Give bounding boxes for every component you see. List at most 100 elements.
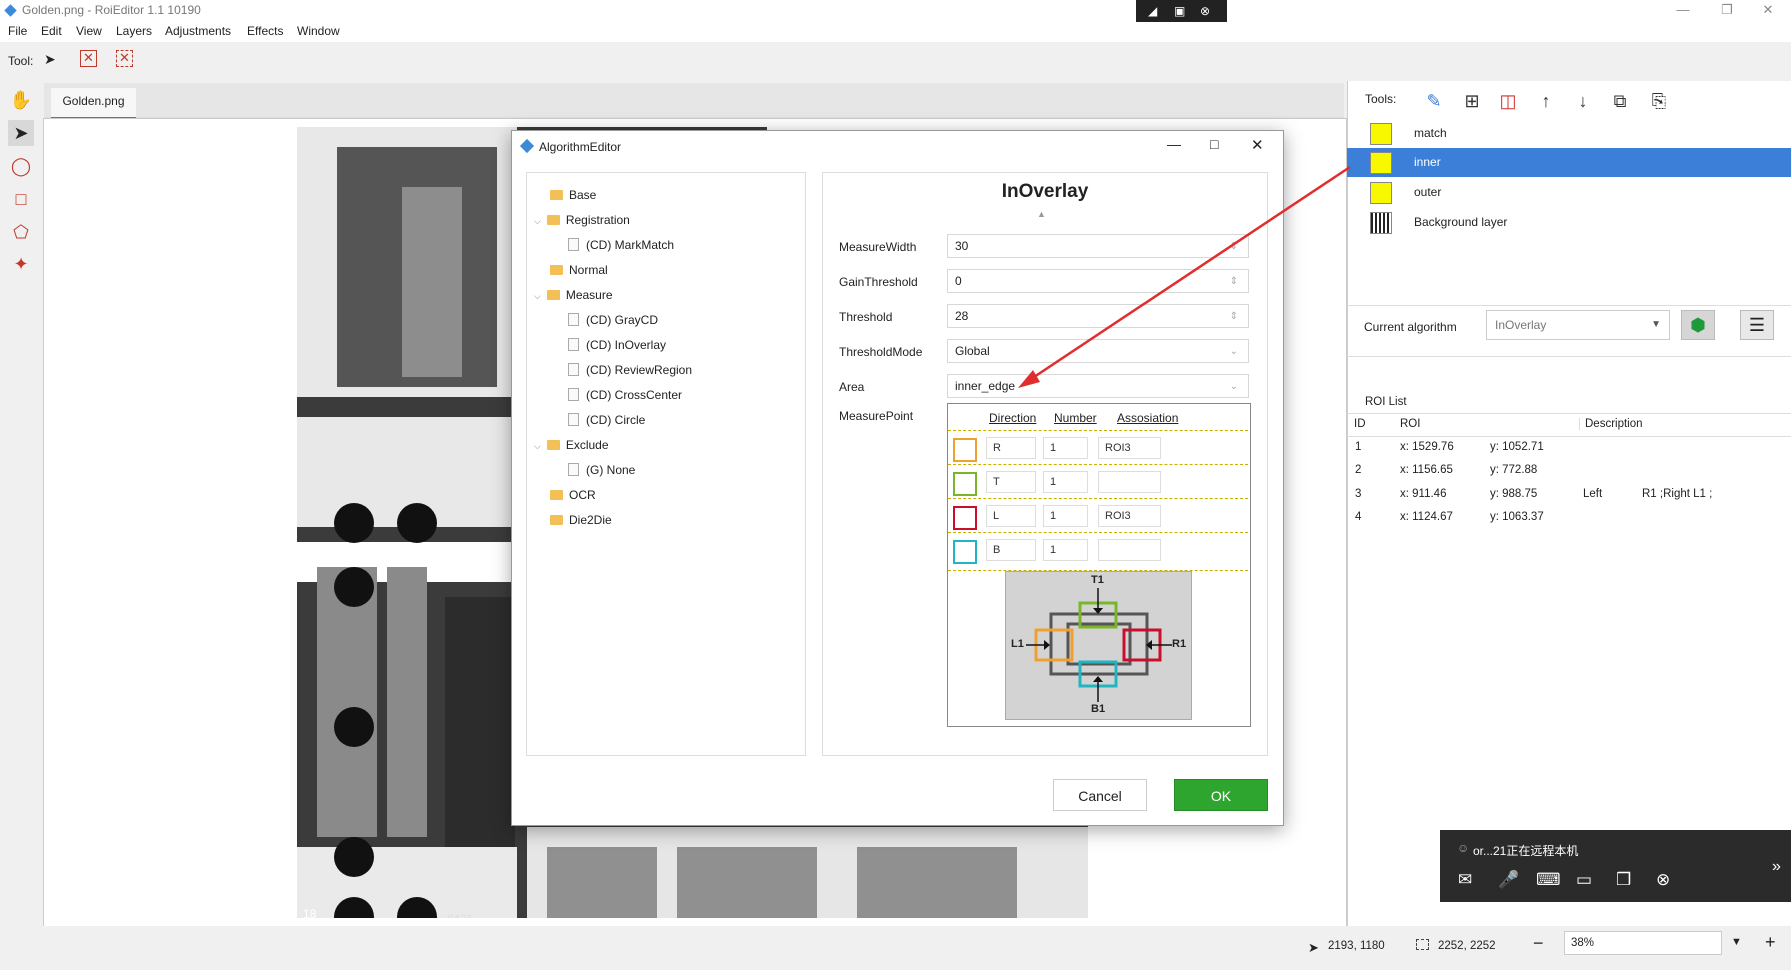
tree-item-crosscenter[interactable]: (CD) CrossCenter	[568, 388, 682, 402]
dialog-maximize-button[interactable]: □	[1210, 136, 1218, 152]
folder-icon	[550, 265, 563, 275]
menu-file[interactable]: File	[8, 24, 27, 38]
tree-item-none[interactable]: (G) None	[568, 463, 635, 477]
annotation-arrow	[1018, 165, 1351, 388]
color-swatch[interactable]	[953, 540, 977, 564]
chevron-down-icon[interactable]: ⌵	[534, 441, 541, 451]
file-transfer-icon[interactable]: ❒	[1616, 870, 1631, 890]
direction-select[interactable]: L	[986, 505, 1036, 527]
assosiation-select[interactable]: ROI3	[1098, 437, 1161, 459]
layer-item-match[interactable]: match	[1347, 119, 1791, 148]
assosiation-select[interactable]	[1098, 471, 1161, 493]
roi-col-id[interactable]: ID	[1354, 418, 1366, 430]
direction-select[interactable]: R	[986, 437, 1036, 459]
tree-item-die2die[interactable]: Die2Die	[550, 513, 612, 527]
delete-roi-icon[interactable]: ✕	[80, 50, 97, 67]
delete-trash-icon[interactable]: ◫	[1496, 89, 1520, 113]
number-stepper[interactable]: 1	[1043, 539, 1088, 561]
arrow-cursor-icon[interactable]: ➤	[44, 51, 56, 68]
layer-item-outer[interactable]: outer	[1347, 178, 1791, 207]
assosiation-select[interactable]	[1098, 539, 1161, 561]
collapse-panel-icon[interactable]: »	[1772, 858, 1781, 876]
tree-item-measure[interactable]: ⌵ Measure	[534, 288, 613, 302]
zoom-input[interactable]: 38%	[1564, 931, 1722, 955]
tree-item-ocr[interactable]: OCR	[550, 488, 596, 502]
tree-item-label: OCR	[569, 488, 596, 502]
keyboard-icon[interactable]: ⌨	[1536, 870, 1561, 890]
minimize-button[interactable]: —	[1663, 0, 1703, 22]
assosiation-select[interactable]: ROI3	[1098, 505, 1161, 527]
ellipse-tool-icon[interactable]: ◯	[8, 153, 34, 179]
number-stepper[interactable]: 1	[1043, 471, 1088, 493]
tree-item-reviewregion[interactable]: (CD) ReviewRegion	[568, 363, 692, 377]
chevron-down-icon[interactable]: ⌵	[534, 216, 541, 226]
disconnect-icon[interactable]: ⊗	[1200, 4, 1210, 18]
rectangle-tool-icon[interactable]: □	[8, 186, 34, 212]
move-down-arrow-icon[interactable]: ↓	[1571, 89, 1595, 113]
table-row[interactable]: 2 x: 1156.65 y: 772.88	[1347, 461, 1791, 483]
direction-select[interactable]: B	[986, 539, 1036, 561]
hand-pan-icon[interactable]: ✋	[8, 87, 34, 113]
tree-item-circle[interactable]: (CD) Circle	[568, 413, 645, 427]
paste-icon[interactable]: ⎘	[1647, 89, 1671, 113]
menu-adjustments[interactable]: Adjustments	[165, 24, 231, 38]
magic-wand-icon[interactable]: ✦	[8, 251, 34, 277]
cancel-button[interactable]: Cancel	[1053, 779, 1147, 811]
number-stepper[interactable]: 1	[1043, 437, 1088, 459]
text-icon[interactable]: ▭	[1576, 870, 1592, 890]
screen-icon[interactable]: ▣	[1174, 4, 1185, 18]
menu-view[interactable]: View	[76, 24, 102, 38]
polygon-tool-icon[interactable]: ⬠	[8, 219, 34, 245]
tree-item-inoverlay[interactable]: (CD) InOverlay	[568, 338, 666, 352]
document-icon	[568, 388, 579, 401]
cube-run-button[interactable]: ⬢	[1681, 310, 1715, 340]
direction-select[interactable]: T	[986, 471, 1036, 493]
settings-list-button[interactable]: ☰	[1740, 310, 1774, 340]
table-row[interactable]: 3 x: 911.46 y: 988.75 Left R1 ;Right L1 …	[1347, 485, 1791, 507]
chat-icon[interactable]: ✉	[1458, 870, 1472, 890]
dialog-minimize-button[interactable]: —	[1167, 136, 1181, 152]
zoom-in-button[interactable]: +	[1765, 932, 1776, 953]
maximize-button[interactable]: ❐	[1707, 0, 1747, 22]
dialog-close-button[interactable]: ✕	[1251, 136, 1264, 154]
disconnect-icon[interactable]: ⊗	[1656, 870, 1670, 890]
delete-all-roi-icon[interactable]: ✕	[116, 50, 133, 67]
tree-item-label: Exclude	[565, 438, 609, 452]
stepper-value: 1	[1050, 510, 1057, 522]
layer-item-inner[interactable]: inner	[1347, 148, 1791, 177]
menu-edit[interactable]: Edit	[41, 24, 62, 38]
close-button[interactable]: ✕	[1748, 0, 1788, 22]
pin-icon[interactable]: ◢	[1148, 4, 1157, 18]
measurepoint-row: R 1 ROI3	[948, 430, 1248, 468]
chevron-down-icon[interactable]: ⌵	[534, 291, 541, 301]
tab-golden-png[interactable]: Golden.png	[51, 88, 136, 120]
zoom-out-button[interactable]: −	[1533, 933, 1544, 954]
layer-item-background[interactable]: Background layer	[1347, 208, 1791, 237]
select-arrow-icon[interactable]: ➤	[8, 120, 34, 146]
edit-pencil-icon[interactable]: ✎	[1422, 89, 1446, 113]
roi-col-description[interactable]: Description	[1579, 418, 1643, 430]
table-row[interactable]: 4 x: 1124.67 y: 1063.37	[1347, 508, 1791, 530]
number-stepper[interactable]: 1	[1043, 505, 1088, 527]
roi-col-roi[interactable]: ROI	[1400, 418, 1420, 430]
color-swatch[interactable]	[953, 472, 977, 496]
tree-item-base[interactable]: Base	[550, 188, 596, 202]
color-swatch[interactable]	[953, 438, 977, 462]
color-swatch[interactable]	[953, 506, 977, 530]
zoom-dropdown-chevron-icon[interactable]: ▼	[1731, 936, 1742, 948]
algorithm-select[interactable]: InOverlay ▼	[1486, 310, 1670, 340]
tree-item-markmatch[interactable]: (CD) MarkMatch	[568, 238, 674, 252]
ok-button[interactable]: OK	[1174, 779, 1268, 811]
copy-icon[interactable]: ⧉	[1608, 89, 1632, 113]
microphone-icon[interactable]: 🎤	[1498, 870, 1519, 890]
tree-item-registration[interactable]: ⌵ Registration	[534, 213, 630, 227]
move-up-arrow-icon[interactable]: ↑	[1534, 89, 1558, 113]
tree-item-graycd[interactable]: (CD) GrayCD	[568, 313, 658, 327]
table-row[interactable]: 1 x: 1529.76 y: 1052.71	[1347, 438, 1791, 460]
tree-item-exclude[interactable]: ⌵ Exclude	[534, 438, 609, 452]
add-layer-icon[interactable]: ⊞	[1460, 89, 1484, 113]
menu-layers[interactable]: Layers	[116, 24, 152, 38]
menu-window[interactable]: Window	[297, 24, 340, 38]
menu-effects[interactable]: Effects	[247, 24, 283, 38]
tree-item-normal[interactable]: Normal	[550, 263, 608, 277]
